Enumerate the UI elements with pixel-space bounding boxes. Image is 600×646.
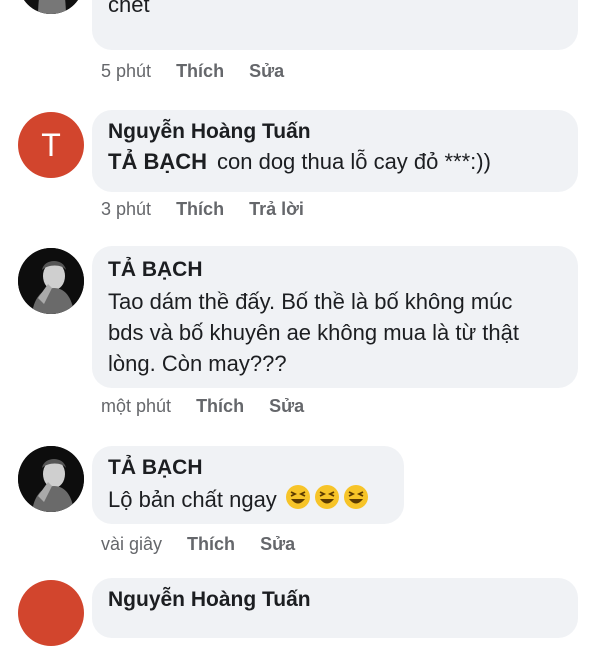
comment-actions: một phút Thích Sửa: [101, 396, 324, 417]
comment-text: Lộ bản chất ngay: [108, 487, 277, 512]
comment-bubble: Mày thề đúc đi. Mày láo cả nhà mày, con …: [92, 0, 578, 50]
comment-bubble: TẢ BẠCH Tao dám thề đấy. Bố thề là bố kh…: [92, 246, 578, 388]
comment-author[interactable]: TẢ BẠCH: [108, 258, 562, 282]
like-button[interactable]: Thích: [196, 396, 244, 417]
comment-actions: 5 phút Thích Sửa: [101, 61, 304, 82]
comment-body: TẢ BẠCH con dog thua lỗ cay đỏ ***:)): [108, 146, 562, 177]
edit-button[interactable]: Sửa: [249, 61, 284, 82]
comment-text: Tao dám thề đấy. Bố thề là bố không múc …: [108, 289, 519, 376]
like-button[interactable]: Thích: [176, 61, 224, 82]
edit-button[interactable]: Sửa: [269, 396, 304, 417]
comment-text: con dog thua lỗ cay đỏ ***:)): [217, 149, 491, 174]
comment-time[interactable]: 3 phút: [101, 199, 151, 220]
comment-time[interactable]: một phút: [101, 396, 171, 417]
avatar[interactable]: T: [18, 112, 84, 178]
emoji-face: [285, 485, 310, 510]
avatar[interactable]: [18, 580, 84, 646]
avatar[interactable]: [18, 446, 84, 512]
comment-text: Mày thề đúc đi. Mày láo cả nhà mày, con …: [108, 0, 150, 17]
laughing-face-icon: [285, 484, 369, 518]
avatar[interactable]: [18, 248, 84, 314]
comment-author[interactable]: Nguyễn Hoàng Tuấn: [108, 588, 562, 612]
edit-button[interactable]: Sửa: [260, 534, 295, 555]
mention-tag[interactable]: TẢ BẠCH: [108, 149, 207, 174]
comment-body: Lộ bản chất ngay: [108, 484, 388, 518]
comment-bubble: Nguyễn Hoàng Tuấn: [92, 578, 578, 638]
comment-actions: 3 phút Thích Trả lời: [101, 199, 324, 220]
comment-bubble: Nguyễn Hoàng Tuấn TẢ BẠCH con dog thua lỗ…: [92, 110, 578, 192]
reply-button[interactable]: Trả lời: [249, 199, 304, 220]
comment-bubble: TẢ BẠCH Lộ bản chất ngay: [92, 446, 404, 524]
avatar[interactable]: [18, 0, 84, 14]
comment-time[interactable]: vài giây: [101, 534, 162, 555]
avatar-letter: T: [41, 126, 61, 163]
like-button[interactable]: Thích: [187, 534, 235, 555]
comment-author[interactable]: TẢ BẠCH: [108, 456, 388, 480]
comment-actions: vài giây Thích Sửa: [101, 534, 315, 555]
comment-time[interactable]: 5 phút: [101, 61, 151, 82]
comment-author[interactable]: Nguyễn Hoàng Tuấn: [108, 120, 562, 144]
like-button[interactable]: Thích: [176, 199, 224, 220]
